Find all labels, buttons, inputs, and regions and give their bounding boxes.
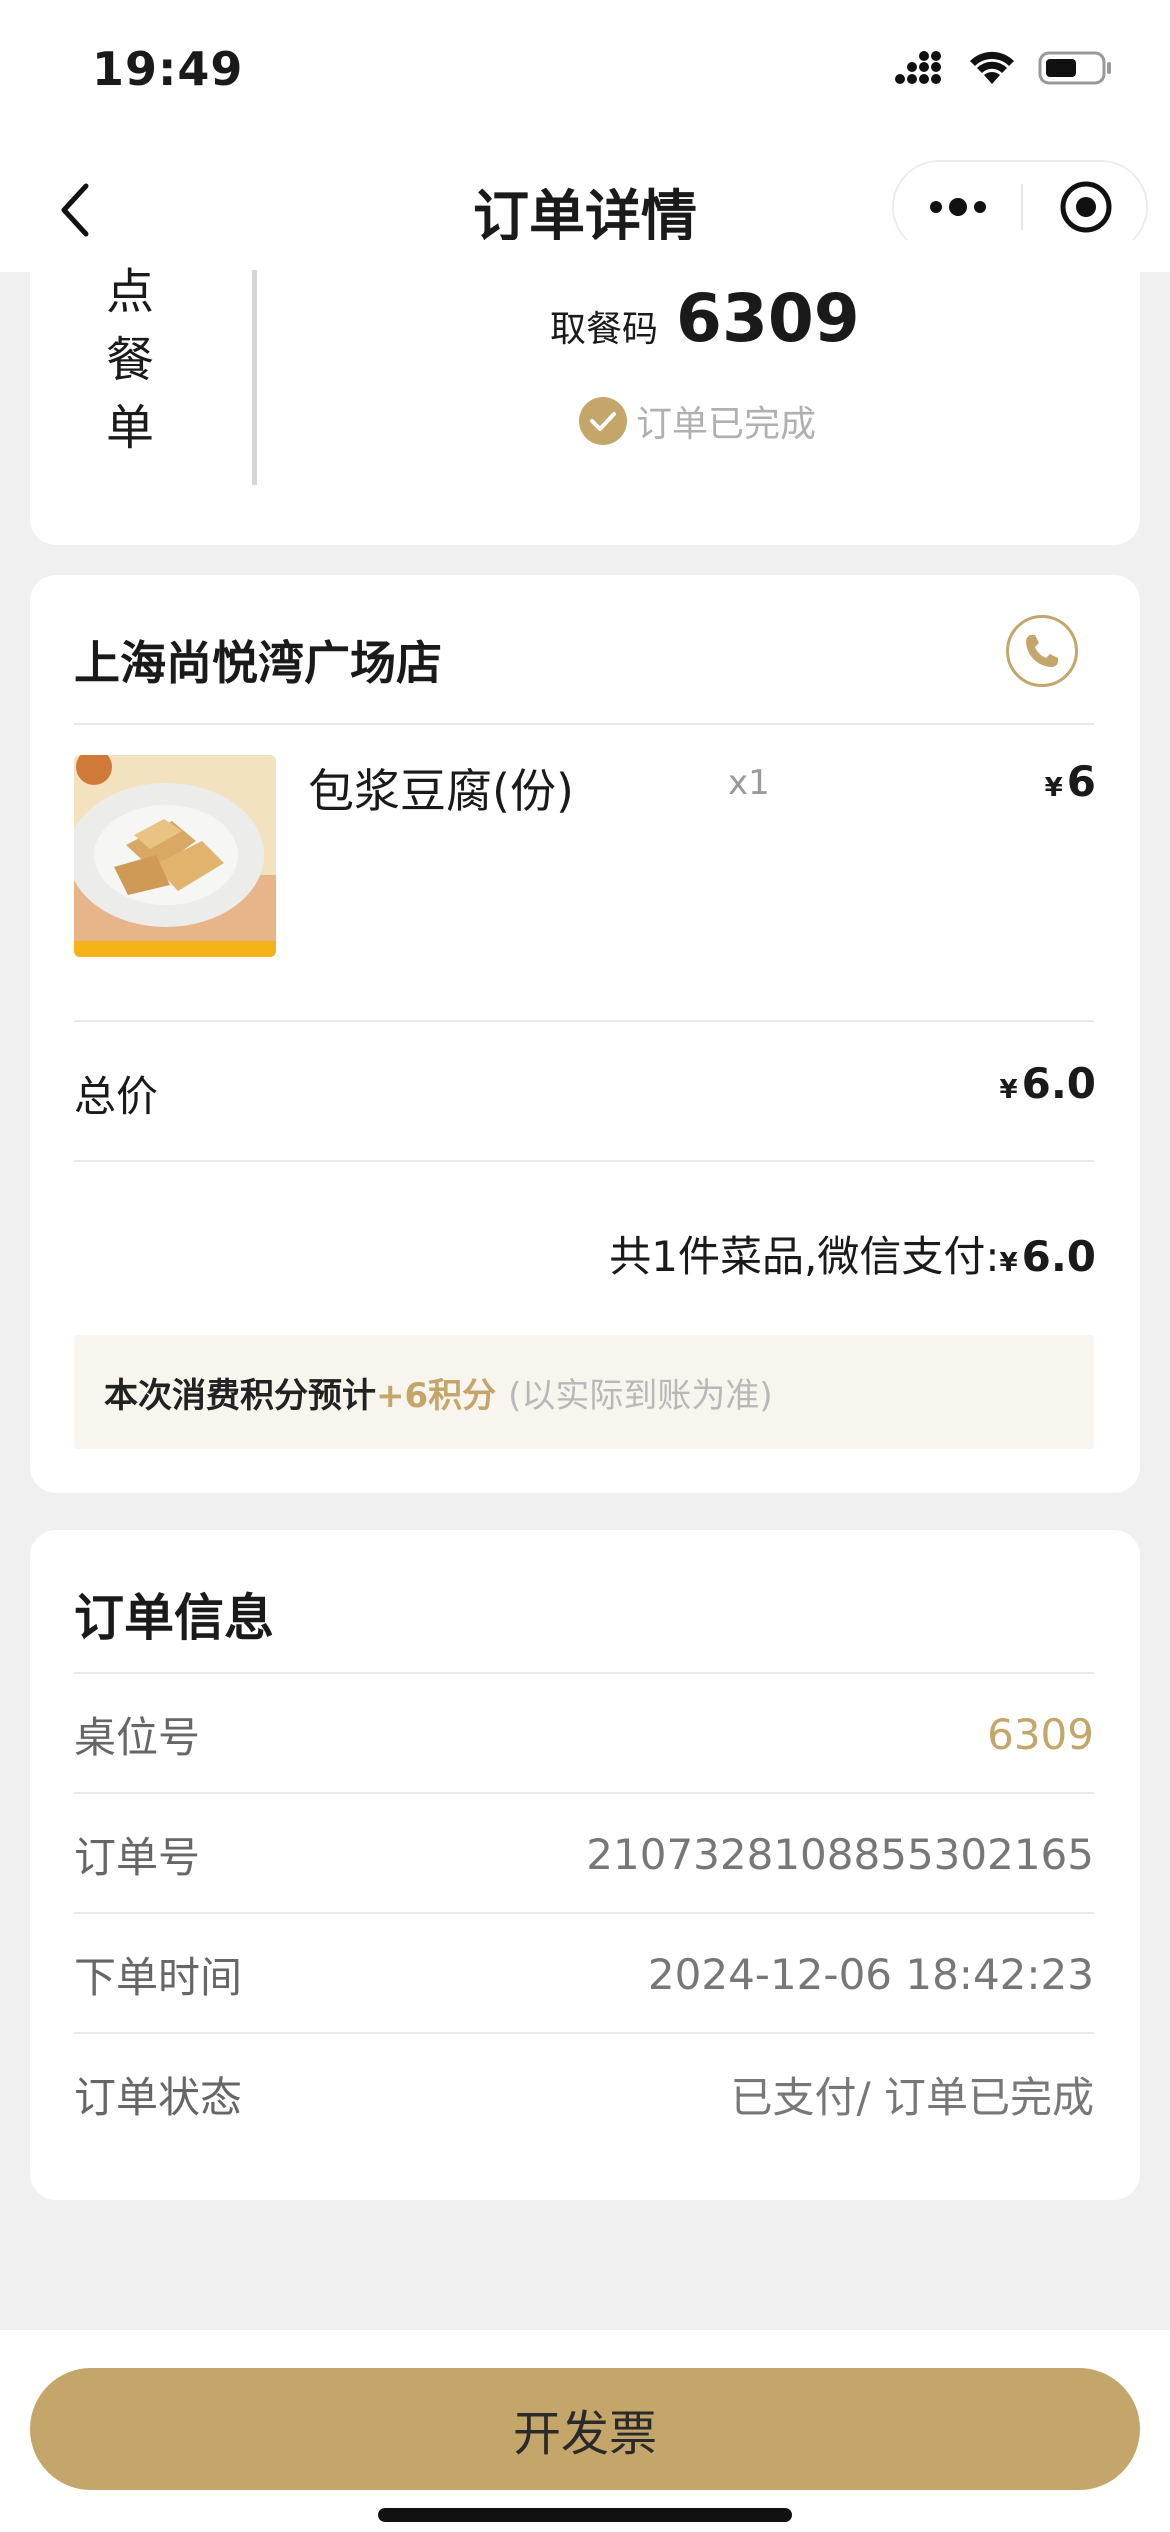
points-text: 本次消费积分预计 xyxy=(104,1375,376,1416)
call-store-button[interactable] xyxy=(1006,615,1078,687)
bottom-bar: 开发票 xyxy=(0,2330,1170,2532)
item-quantity: x1 xyxy=(728,763,770,803)
close-mini-program-button[interactable] xyxy=(1023,162,1148,252)
home-indicator xyxy=(378,2508,792,2522)
currency-symbol: ¥ xyxy=(1044,773,1063,803)
payment-amount: 6.0 xyxy=(1021,1232,1096,1281)
item-price-value: 6 xyxy=(1066,757,1096,806)
order-type-char: 点 xyxy=(105,264,154,320)
divider xyxy=(74,1020,1094,1022)
currency-symbol: ¥ xyxy=(999,1075,1018,1105)
info-row-order-time: 下单时间 2024-12-06 18:42:23 xyxy=(74,1914,1094,2034)
order-type-label: 点 餐 单 xyxy=(90,258,170,462)
pickup-card: 点 餐 单 取餐码 6309 订单已完成 xyxy=(30,240,1140,545)
info-value: 2024-12-06 18:42:23 xyxy=(647,1949,1094,1999)
store-name: 上海尚悦湾广场店 xyxy=(74,636,442,690)
payment-summary: 共1件菜品,微信支付: ¥ 6.0 xyxy=(609,1223,1096,1284)
vertical-divider xyxy=(252,270,257,485)
battery-icon xyxy=(1038,51,1111,85)
info-label: 桌位号 xyxy=(74,1712,201,1762)
info-value: 已支付/ 订单已完成 xyxy=(730,2072,1094,2122)
invoice-button[interactable]: 开发票 xyxy=(30,2368,1140,2490)
divider xyxy=(74,1160,1094,1162)
order-type-char: 单 xyxy=(105,400,154,456)
status-bar: 19:49 xyxy=(0,0,1170,150)
order-info-card: 订单信息 桌位号 6309 订单号 2107328108855302165 下单… xyxy=(30,1530,1140,2200)
item-price: ¥6 xyxy=(1045,757,1096,806)
more-dots-icon xyxy=(929,198,986,216)
pickup-code-label: 取餐码 xyxy=(550,309,659,350)
wifi-icon xyxy=(970,51,1014,84)
item-name: 包浆豆腐(份) xyxy=(308,764,574,818)
cellular-signal-icon xyxy=(895,51,941,84)
info-label: 订单状态 xyxy=(74,2072,243,2122)
order-status-text: 订单已完成 xyxy=(636,404,817,445)
item-image xyxy=(74,755,276,957)
info-row-table: 桌位号 6309 xyxy=(74,1674,1094,1794)
points-value: +6积分 xyxy=(376,1375,497,1416)
info-label: 下单时间 xyxy=(74,1952,243,2002)
points-note: (以实际到账为准) xyxy=(508,1375,773,1416)
total-price-value: 6.0 xyxy=(1021,1059,1096,1108)
info-row-order-number: 订单号 2107328108855302165 xyxy=(74,1794,1094,1914)
phone-icon xyxy=(1026,635,1058,667)
pickup-code-block: 取餐码 6309 xyxy=(550,280,860,357)
payment-summary-text: 共1件菜品,微信支付: xyxy=(609,1232,1000,1281)
status-time: 19:49 xyxy=(92,42,244,96)
order-info-title: 订单信息 xyxy=(74,1589,274,1647)
info-row-order-status: 订单状态 已支付/ 订单已完成 xyxy=(74,2034,1094,2154)
pickup-code: 6309 xyxy=(676,280,860,357)
info-value: 2107328108855302165 xyxy=(586,1829,1094,1879)
total-label: 总价 xyxy=(74,1072,159,1121)
order-status: 订单已完成 xyxy=(578,395,816,447)
check-circle-icon xyxy=(579,397,627,445)
points-banner: 本次消费积分预计 +6积分 (以实际到账为准) xyxy=(74,1335,1094,1449)
info-value: 6309 xyxy=(987,1709,1094,1759)
order-type-char: 餐 xyxy=(105,332,154,388)
currency-symbol: ¥ xyxy=(999,1248,1018,1278)
info-label: 订单号 xyxy=(74,1832,201,1882)
target-close-icon xyxy=(1060,181,1111,233)
tofu-dish-image xyxy=(74,755,276,957)
order-items-card: 上海尚悦湾广场店 包浆豆腐(份) x1 ¥6 总价 ¥6.0 共1件菜品,微信支… xyxy=(30,575,1140,1493)
status-icons xyxy=(894,50,1114,86)
more-button[interactable] xyxy=(894,162,1021,252)
divider xyxy=(74,723,1094,725)
total-price: ¥6.0 xyxy=(1000,1059,1097,1108)
